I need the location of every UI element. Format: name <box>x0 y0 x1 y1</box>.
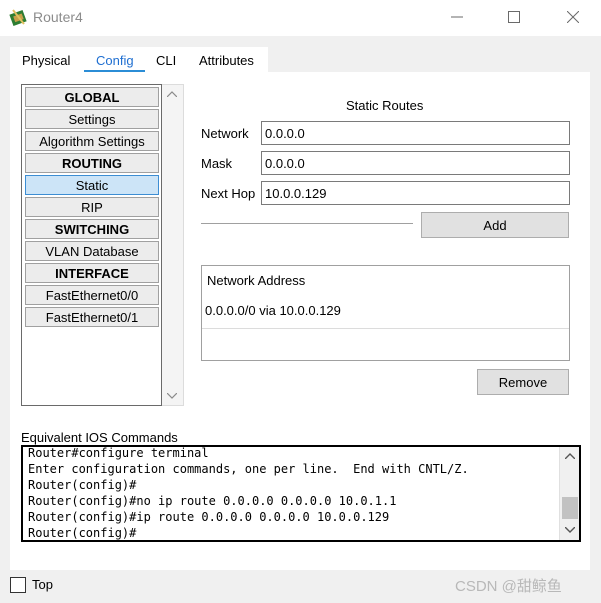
sidebar-item-fastethernet0-1[interactable]: FastEthernet0/1 <box>25 307 159 327</box>
sidebar-item-fastethernet0-0[interactable]: FastEthernet0/0 <box>25 285 159 305</box>
tab-physical[interactable]: Physical <box>22 53 70 68</box>
sidebar-header-global[interactable]: GLOBAL <box>25 87 159 107</box>
console-line: Router#configure terminal <box>28 446 209 460</box>
sidebar-header-interface[interactable]: INTERFACE <box>25 263 159 283</box>
static-routes-title: Static Routes <box>346 98 424 113</box>
network-label: Network <box>201 126 249 141</box>
remove-button[interactable]: Remove <box>477 369 569 395</box>
form-divider <box>201 223 413 225</box>
watermark: CSDN @甜鲸鱼 <box>455 578 562 595</box>
config-sidebar: GLOBAL Settings Algorithm Settings ROUTI… <box>21 84 162 406</box>
tab-config[interactable]: Config <box>96 53 134 68</box>
route-list-separator <box>202 328 569 329</box>
ios-commands-label: Equivalent IOS Commands <box>21 430 178 445</box>
sidebar-item-vlan-database[interactable]: VLAN Database <box>25 241 159 261</box>
next-hop-input[interactable] <box>261 181 570 205</box>
minimize-button[interactable] <box>434 0 480 34</box>
tab-cli[interactable]: CLI <box>156 53 176 68</box>
ios-console[interactable]: Router#configure terminal Enter configur… <box>21 445 581 542</box>
network-input[interactable] <box>261 121 570 145</box>
window-title: Router4 <box>33 9 83 25</box>
top-checkbox[interactable] <box>10 577 26 593</box>
maximize-icon <box>508 11 520 23</box>
sidebar-header-switching[interactable]: SWITCHING <box>25 219 159 239</box>
close-icon <box>567 11 579 23</box>
sidebar-item-settings[interactable]: Settings <box>25 109 159 129</box>
maximize-button[interactable] <box>491 0 537 34</box>
title-bar: Router4 <box>0 0 601 36</box>
sidebar-scrollbar[interactable] <box>162 84 184 406</box>
minimize-icon <box>451 16 463 18</box>
chevron-up-icon[interactable] <box>167 91 177 97</box>
console-line: Router(config)#ip route 0.0.0.0 0.0.0.0 … <box>28 510 390 524</box>
chevron-up-icon[interactable] <box>565 453 575 459</box>
mask-label: Mask <box>201 156 233 171</box>
sidebar-item-static[interactable]: Static <box>25 175 159 195</box>
sidebar-header-routing[interactable]: ROUTING <box>25 153 159 173</box>
console-line: Router(config)# <box>28 478 137 492</box>
next-hop-label: Next Hop <box>201 186 256 201</box>
sidebar-item-rip[interactable]: RIP <box>25 197 159 217</box>
console-scroll-thumb[interactable] <box>562 497 578 519</box>
router-app-icon <box>9 9 27 27</box>
close-button[interactable] <box>550 0 596 34</box>
chevron-down-icon[interactable] <box>565 527 575 533</box>
tab-attributes[interactable]: Attributes <box>199 53 254 68</box>
top-label: Top <box>32 577 53 592</box>
console-line: Router(config)#no ip route 0.0.0.0 0.0.0… <box>28 494 397 508</box>
route-list[interactable]: Network Address 0.0.0.0/0 via 10.0.0.129 <box>201 265 570 361</box>
console-line: Router(config)# <box>28 526 137 540</box>
route-entry[interactable]: 0.0.0.0/0 via 10.0.0.129 <box>205 303 341 318</box>
mask-input[interactable] <box>261 151 570 175</box>
sidebar-item-algorithm-settings[interactable]: Algorithm Settings <box>25 131 159 151</box>
add-button[interactable]: Add <box>421 212 569 238</box>
console-line: Enter configuration commands, one per li… <box>28 462 469 476</box>
route-list-header: Network Address <box>207 273 306 288</box>
console-scrollbar[interactable] <box>559 447 579 540</box>
chevron-down-icon[interactable] <box>167 393 177 399</box>
